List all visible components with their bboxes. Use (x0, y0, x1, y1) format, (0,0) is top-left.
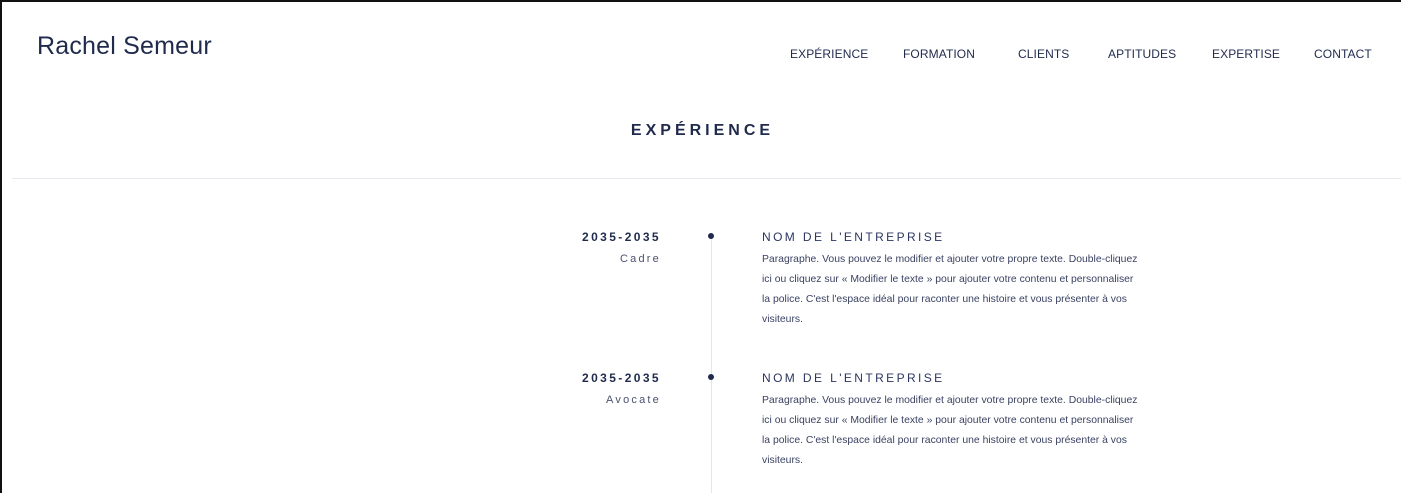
nav-item-formation[interactable]: FORMATION (903, 47, 975, 61)
divider (12, 178, 1401, 179)
entry-role: Cadre (620, 253, 661, 265)
nav-item-experience[interactable]: EXPÉRIENCE (790, 47, 868, 61)
nav-item-contact[interactable]: CONTACT (1314, 47, 1372, 61)
main-nav: EXPÉRIENCE FORMATION CLIENTS APTITUDES E… (2, 47, 1401, 63)
entry-dates: 2035-2035 (582, 230, 661, 244)
entry-paragraph: Paragraphe. Vous pouvez le modifier et a… (762, 254, 1138, 325)
nav-item-aptitudes[interactable]: APTITUDES (1108, 47, 1176, 61)
entry-role: Avocate (606, 394, 661, 406)
nav-item-clients[interactable]: CLIENTS (1018, 47, 1069, 61)
timeline-line (711, 234, 712, 493)
entry-company: NOM DE L'ENTREPRISE (762, 230, 945, 244)
entry-dates: 2035-2035 (582, 371, 661, 385)
nav-item-expertise[interactable]: EXPERTISE (1212, 47, 1280, 61)
timeline-dot-icon (708, 233, 714, 239)
entry-paragraph: Paragraphe. Vous pouvez le modifier et a… (762, 395, 1138, 466)
timeline-dot-icon (708, 374, 714, 380)
entry-company: NOM DE L'ENTREPRISE (762, 371, 945, 385)
page: Rachel Semeur EXPÉRIENCE FORMATION CLIEN… (0, 0, 1401, 493)
section-title: EXPÉRIENCE (630, 122, 775, 139)
